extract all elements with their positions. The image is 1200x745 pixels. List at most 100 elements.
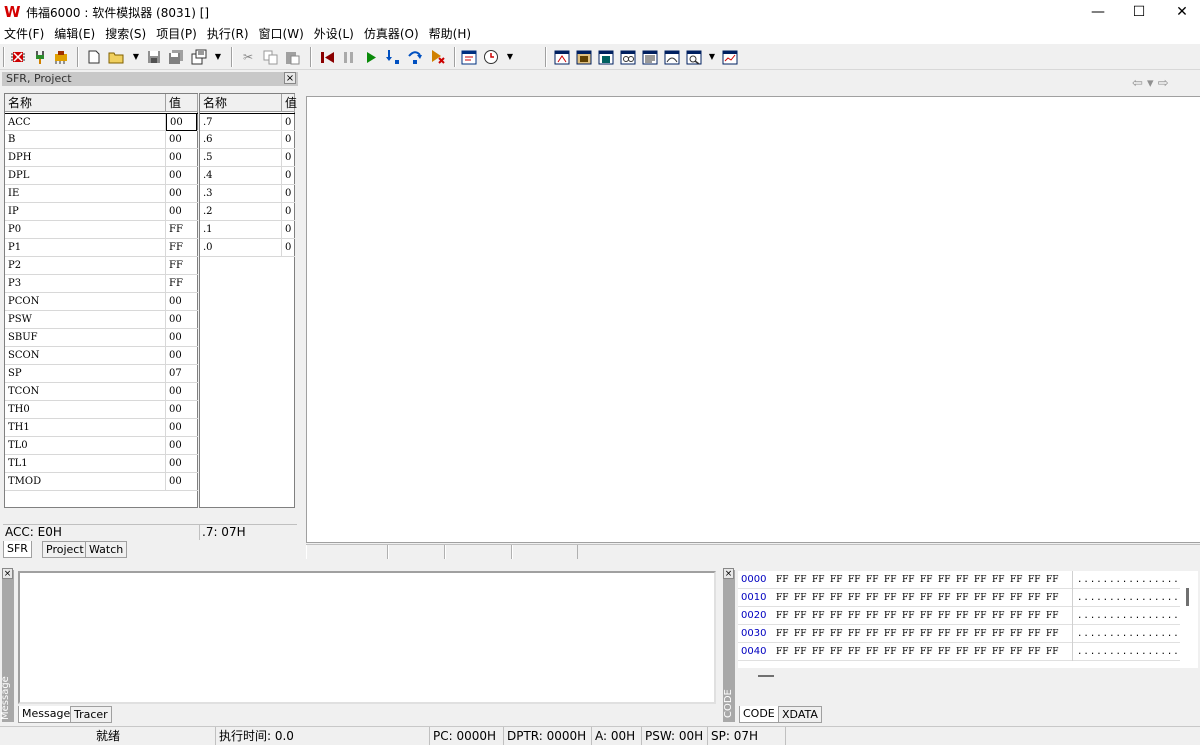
memory-byte[interactable]: FF [938,607,951,625]
menu-run[interactable]: 执行(R) [203,24,255,44]
memory-byte[interactable]: FF [992,625,1005,643]
trace-window-icon[interactable] [685,48,703,66]
memory-byte[interactable]: FF [794,607,807,625]
tab-xdata[interactable]: XDATA [778,706,822,723]
forward-arrow-icon[interactable]: ⇨ [1158,76,1169,91]
memory-byte[interactable]: FF [992,571,1005,589]
run-icon[interactable] [362,48,380,66]
code-vertical-scroll-thumb[interactable] [1186,588,1189,606]
memory-byte[interactable]: FF [1046,607,1059,625]
bit-value[interactable]: 0 [282,221,294,238]
menu-help[interactable]: 帮助(H) [425,24,477,44]
tab-message[interactable]: Message [18,706,75,723]
tab-code[interactable]: CODE [739,706,779,723]
register-row[interactable]: SBUF 00 [5,329,198,347]
watch-window-icon[interactable] [619,48,637,66]
memory-byte[interactable]: FF [776,589,789,607]
memory-byte[interactable]: FF [776,607,789,625]
bit-value[interactable]: 0 [282,114,294,131]
memory-byte[interactable]: FF [920,589,933,607]
tab-sfr[interactable]: SFR [3,541,32,558]
register-value[interactable]: 00 [166,113,197,131]
run-to-cursor-icon[interactable] [429,48,447,66]
register-row[interactable]: TMOD 00 [5,473,198,491]
code-memory-view[interactable]: 0000 FF FF FF FF FF FF FF FF FF FF FF FF FF FF FF FF....… [738,571,1198,668]
memory-byte[interactable]: FF [920,607,933,625]
register-row[interactable]: TL0 00 [5,437,198,455]
bit-value[interactable]: 0 [282,167,294,184]
memory-byte[interactable]: FF [1028,589,1041,607]
register-row[interactable]: DPH 00 [5,149,198,167]
memory-byte[interactable]: FF [902,625,915,643]
register-value-header[interactable]: 值 [166,94,198,112]
tab-project[interactable]: Project [42,541,88,558]
code-horizontal-scrollbar[interactable] [752,668,1198,682]
memory-byte[interactable]: FF [920,625,933,643]
memory-byte[interactable]: FF [938,571,951,589]
open-folder-icon[interactable] [107,48,125,66]
memory-byte[interactable]: FF [974,589,987,607]
memory-byte[interactable]: FF [1028,607,1041,625]
memory-byte[interactable]: FF [812,607,825,625]
memory-byte[interactable]: FF [866,571,879,589]
message-output[interactable] [18,571,716,704]
memory-byte[interactable]: FF [1010,607,1023,625]
memory-byte[interactable]: FF [956,571,969,589]
register-row[interactable]: ACC 00 [5,113,198,131]
memory-byte[interactable]: FF [866,607,879,625]
bit-value-header[interactable]: 值 [282,94,297,112]
memory-byte[interactable]: FF [1046,571,1059,589]
memory-byte[interactable]: FF [884,643,897,661]
register-row[interactable]: SCON 00 [5,347,198,365]
project-dropdown-icon[interactable]: ▼ [213,48,223,66]
register-value[interactable]: FF [166,275,197,292]
memory-row[interactable]: 0010 FF FF FF FF FF FF FF FF FF FF FF FF FF FF FF FF....… [738,589,1180,607]
register-row[interactable]: IP 00 [5,203,198,221]
memory-byte[interactable]: FF [1010,571,1023,589]
register-value[interactable]: 07 [166,365,197,382]
memory-byte[interactable]: FF [848,571,861,589]
memory-byte[interactable]: FF [956,589,969,607]
mem-window-icon[interactable] [575,48,593,66]
pause-icon[interactable] [340,48,358,66]
register-row[interactable]: P2 FF [5,257,198,275]
register-row[interactable]: P3 FF [5,275,198,293]
bit-row[interactable]: .5 0 [200,149,295,167]
bit-value[interactable]: 0 [282,239,294,256]
memory-byte[interactable]: FF [848,589,861,607]
bit-value[interactable]: 0 [282,185,294,202]
memory-byte[interactable]: FF [830,643,843,661]
memory-byte[interactable]: FF [920,643,933,661]
bit-value[interactable]: 0 [282,149,294,166]
bit-name-header[interactable]: 名称 [200,94,282,112]
register-value[interactable]: 00 [166,419,197,436]
data-window-icon[interactable] [597,48,615,66]
memory-byte[interactable]: FF [812,571,825,589]
history-dropdown-icon[interactable]: ▾ [1147,76,1154,91]
memory-byte[interactable]: FF [1010,625,1023,643]
memory-byte[interactable]: FF [1046,643,1059,661]
clock-icon[interactable] [482,48,500,66]
window-icon[interactable] [460,48,478,66]
memory-byte[interactable]: FF [848,625,861,643]
register-name-header[interactable]: 名称 [5,94,166,112]
memory-byte[interactable]: FF [866,625,879,643]
register-row[interactable]: DPL 00 [5,167,198,185]
register-value[interactable]: 00 [166,203,197,220]
window-dropdown-icon[interactable]: ▼ [707,48,717,66]
register-value[interactable]: 00 [166,131,197,148]
open-dropdown-icon[interactable]: ▼ [131,48,141,66]
menu-peripheral[interactable]: 外设(L) [310,24,360,44]
register-value[interactable]: 00 [166,185,197,202]
register-row[interactable]: TL1 00 [5,455,198,473]
register-row[interactable]: TH0 00 [5,401,198,419]
bit-value[interactable]: 0 [282,203,294,220]
memory-byte[interactable]: FF [812,643,825,661]
editor-area[interactable] [306,96,1200,543]
minimize-button[interactable]: — [1076,0,1120,24]
register-value[interactable]: 00 [166,383,197,400]
memory-byte[interactable]: FF [848,643,861,661]
memory-byte[interactable]: FF [956,625,969,643]
memory-byte[interactable]: FF [902,589,915,607]
register-value[interactable]: 00 [166,329,197,346]
